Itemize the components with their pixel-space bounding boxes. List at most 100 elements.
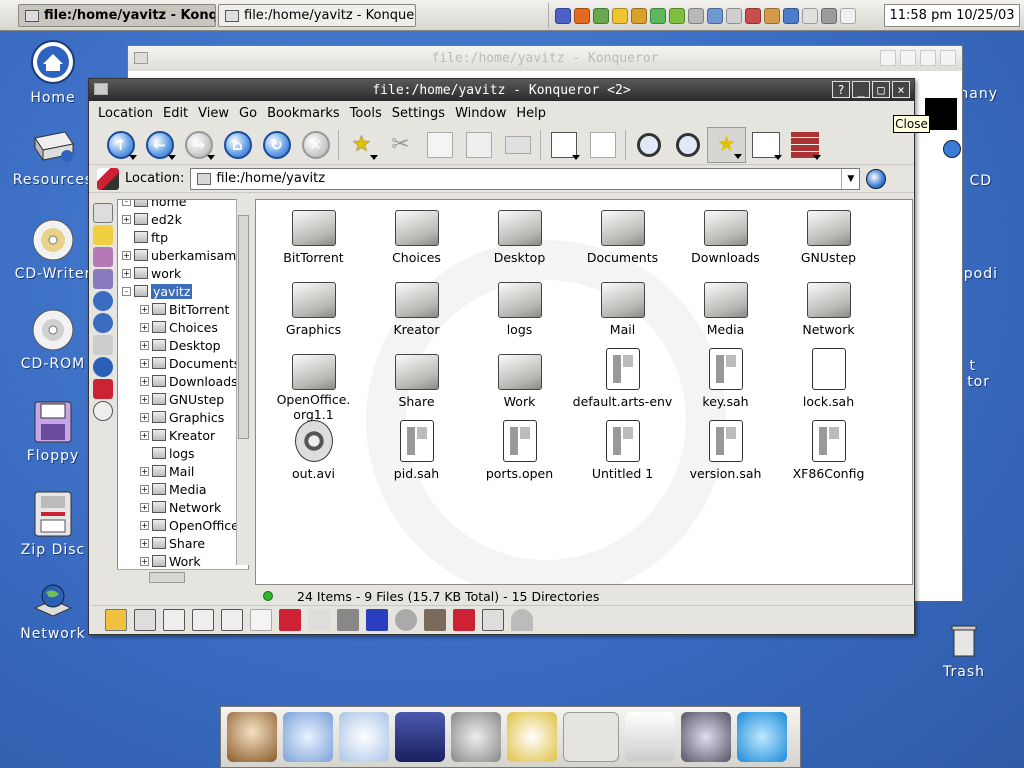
help-button[interactable] [880, 50, 896, 66]
settings-gear-icon[interactable] [93, 401, 113, 421]
menu-help[interactable]: Help [511, 106, 551, 121]
view-icon[interactable] [279, 608, 301, 631]
chevron-down-icon[interactable]: ▼ [841, 168, 859, 189]
paste-button[interactable] [459, 127, 498, 163]
file-item[interactable]: OpenOffice. org1.1 [262, 348, 365, 422]
maximize-button[interactable]: □ [872, 81, 890, 98]
bookmarks-icon[interactable] [93, 225, 113, 245]
tree-item[interactable]: + Graphics [118, 408, 248, 426]
file-item[interactable]: Kreator [365, 276, 468, 348]
settings-icon[interactable] [737, 712, 787, 762]
new-view-button[interactable] [544, 127, 583, 163]
file-item[interactable]: BitTorrent [262, 204, 365, 276]
expand-icon[interactable]: + [140, 412, 149, 422]
tree-item[interactable]: + uberkamisama [118, 246, 248, 264]
expand-icon[interactable]: + [140, 466, 149, 476]
go-icon[interactable] [943, 140, 961, 158]
tray-icon[interactable] [840, 7, 856, 24]
split-vertical-icon[interactable] [221, 608, 243, 631]
root-folder-icon[interactable] [93, 379, 113, 399]
expand-icon[interactable]: + [140, 394, 149, 404]
forward-button[interactable]: → [179, 127, 218, 163]
tray-icon[interactable] [745, 7, 761, 24]
expand-icon[interactable]: + [140, 430, 149, 440]
home-button[interactable]: ⌂ [218, 127, 257, 163]
detailed-view-icon[interactable] [308, 608, 330, 631]
expand-icon[interactable]: + [140, 322, 149, 332]
folder-tab-icon[interactable] [93, 247, 113, 267]
windows-icon[interactable] [625, 712, 675, 762]
web-icon[interactable] [93, 357, 113, 377]
file-item[interactable]: pid.sah [365, 420, 468, 492]
expand-icon[interactable]: + [140, 502, 149, 512]
task-button-konqueror-2[interactable]: file:/home/yavitz - Konquero [218, 4, 416, 27]
gear-icon[interactable] [395, 608, 417, 631]
clear-location-icon[interactable] [97, 167, 119, 190]
file-item[interactable]: key.sah [674, 348, 777, 420]
tree-item[interactable]: + Downloads [118, 372, 248, 390]
file-item[interactable]: Graphics [262, 276, 365, 348]
tree-item[interactable]: logs [118, 444, 248, 462]
task-button-konqueror-1[interactable]: file:/home/yavitz - Konq [18, 4, 216, 27]
maximize-button[interactable] [920, 50, 936, 66]
menu-go[interactable]: Go [234, 106, 262, 121]
file-item[interactable]: Desktop [468, 204, 571, 276]
minimize-button[interactable] [900, 50, 916, 66]
expand-icon[interactable]: + [140, 556, 149, 566]
expand-icon[interactable]: + [122, 250, 131, 260]
file-item[interactable]: Documents [571, 204, 674, 276]
tray-icon[interactable] [612, 7, 628, 24]
find-icon[interactable] [163, 608, 185, 631]
sidebar-toggle-icon[interactable] [105, 608, 127, 631]
menu-edit[interactable]: Edit [158, 106, 193, 121]
menu-tools[interactable]: Tools [345, 106, 387, 121]
tray-icon[interactable] [707, 7, 723, 24]
paint-icon[interactable] [507, 712, 557, 762]
file-item[interactable]: out.avi [262, 420, 365, 492]
tree-item[interactable]: + Mail [118, 462, 248, 480]
filter-icon[interactable] [511, 608, 533, 631]
gnome-foot-icon[interactable] [681, 712, 731, 762]
tree-item[interactable]: ftp [118, 228, 248, 246]
tray-icon[interactable] [688, 7, 704, 24]
tree-view-icon[interactable] [134, 608, 156, 631]
tree-item[interactable]: + Share [118, 534, 248, 552]
file-item[interactable]: version.sah [674, 420, 777, 492]
tree-item[interactable]: +OpenOffice.org1.1 [118, 516, 248, 534]
mail-icon[interactable] [339, 712, 389, 762]
tree-item[interactable]: + Work [118, 552, 248, 570]
file-item[interactable]: Network [777, 276, 880, 348]
menu-location[interactable]: Location [93, 106, 158, 121]
scroll-thumb[interactable] [238, 215, 249, 439]
expand-icon[interactable]: + [140, 358, 149, 368]
file-item[interactable]: ports.open [468, 420, 571, 492]
file-item[interactable]: Media [674, 276, 777, 348]
file-item[interactable]: Share [365, 348, 468, 420]
close-button[interactable]: × [892, 81, 910, 98]
zoom-out-button[interactable] [668, 127, 707, 163]
tree-horizontal-scrollbar[interactable] [117, 569, 249, 585]
exit-icon[interactable] [453, 608, 475, 631]
terminal-icon[interactable] [395, 712, 445, 762]
collapse-icon[interactable]: - [122, 200, 131, 206]
tray-icon[interactable] [802, 7, 818, 24]
background-window-titlebar[interactable]: file:/home/yavitz - Konqueror [128, 46, 962, 71]
file-item[interactable]: Untitled 1 [571, 420, 674, 492]
tray-icon[interactable] [764, 7, 780, 24]
scroll-thumb[interactable] [149, 572, 185, 583]
firewall-button[interactable] [785, 127, 824, 163]
tree-item[interactable]: + GNUstep [118, 390, 248, 408]
expand-icon[interactable]: + [140, 520, 149, 530]
cut-button[interactable]: ✂ [381, 127, 420, 163]
cube-icon[interactable] [366, 608, 388, 631]
print-button[interactable] [498, 127, 537, 163]
clock[interactable]: 11:58 pm 10/25/03 [884, 4, 1020, 27]
expand-icon[interactable]: + [140, 484, 149, 494]
view-mode-button[interactable] [746, 127, 785, 163]
tree-item[interactable]: + Media [118, 480, 248, 498]
file-item[interactable]: lock.sah [777, 348, 880, 420]
expand-icon[interactable]: + [122, 214, 131, 224]
expand-icon[interactable]: + [140, 538, 149, 548]
zoom-in-button[interactable] [629, 127, 668, 163]
tray-icon[interactable] [574, 7, 590, 24]
